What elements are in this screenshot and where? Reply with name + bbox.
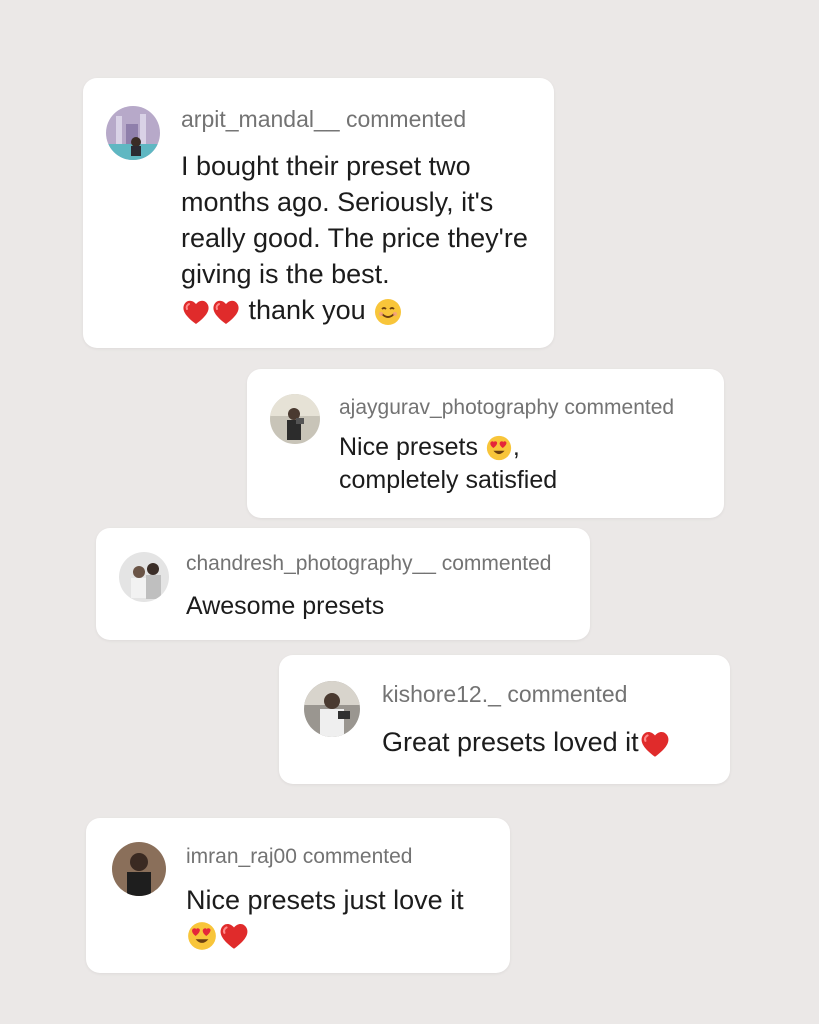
red-heart-icon	[639, 728, 671, 760]
username[interactable]: arpit_mandal__	[181, 106, 340, 132]
commented-label: commented	[302, 845, 413, 868]
commented-label: commented	[345, 106, 467, 132]
comment-body: Awesome presets	[186, 592, 385, 620]
comment-card: kishore12._ commented Great presets love…	[279, 655, 730, 784]
comment-text: Awesome presets	[186, 590, 566, 623]
comment-header: arpit_mandal__ commented	[181, 106, 466, 133]
username[interactable]: kishore12._	[382, 681, 501, 707]
avatar[interactable]	[270, 394, 320, 444]
comment-body: Nice presets just love it	[186, 885, 464, 915]
comment-body: Nice presets	[339, 433, 478, 461]
red-heart-icon	[181, 297, 211, 327]
smiling-face-icon	[373, 297, 403, 327]
comment-text: I bought their preset two months ago. Se…	[181, 148, 541, 328]
comment-card: ajaygurav_photography commented Nice pre…	[247, 369, 724, 518]
commented-label: commented	[507, 681, 628, 707]
avatar[interactable]	[119, 552, 169, 602]
heart-eyes-face-icon	[485, 434, 513, 462]
avatar[interactable]	[106, 106, 160, 160]
commented-label: commented	[441, 552, 552, 575]
comment-text: Great presets loved it	[382, 725, 722, 760]
comment-body: I bought their preset two months ago. Se…	[181, 151, 528, 289]
commented-label: commented	[564, 396, 675, 419]
comment-trailing-text: completely satisfied	[339, 466, 558, 494]
username[interactable]: imran_raj00	[186, 845, 297, 868]
avatar[interactable]	[112, 842, 166, 896]
comment-trailing-text: thank you	[248, 295, 366, 325]
comment-card: arpit_mandal__ commented I bought their …	[83, 78, 554, 348]
comment-text: Nice presets , completely satisfied	[339, 433, 558, 494]
comment-card: imran_raj00 commented Nice presets just …	[86, 818, 510, 973]
username[interactable]: chandresh_photography__	[186, 552, 436, 575]
comment-header: imran_raj00 commented	[186, 845, 412, 869]
avatar[interactable]	[304, 681, 360, 737]
comment-header: ajaygurav_photography commented	[339, 396, 674, 420]
comment-header: chandresh_photography__ commented	[186, 552, 551, 576]
comment-header: kishore12._ commented	[382, 681, 627, 708]
comment-card: chandresh_photography__ commented Awesom…	[96, 528, 590, 640]
comment-text: Nice presets just love it	[186, 883, 496, 952]
red-heart-icon	[211, 297, 241, 327]
comment-body: Great presets loved it	[382, 727, 639, 757]
red-heart-icon	[218, 920, 250, 952]
heart-eyes-face-icon	[186, 920, 218, 952]
username[interactable]: ajaygurav_photography	[339, 396, 559, 419]
